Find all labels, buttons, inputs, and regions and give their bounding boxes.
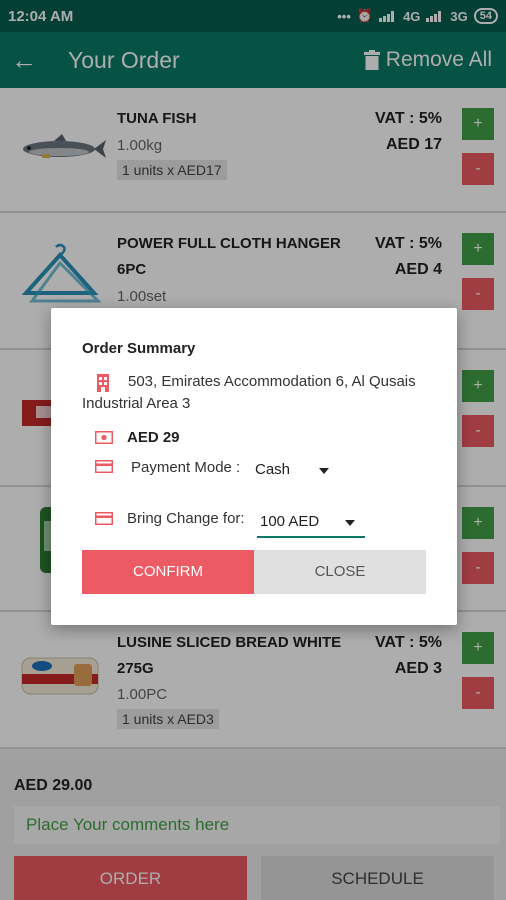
payment-mode-select[interactable]: Cash [255, 461, 290, 478]
bring-change-select[interactable]: 100 AED [257, 508, 365, 538]
credit-card-icon [95, 460, 113, 473]
bring-change-value: 100 AED [260, 513, 320, 530]
bring-change-label: Bring Change for: [127, 510, 245, 527]
close-button[interactable]: CLOSE [254, 550, 426, 594]
delivery-address: 503, Emirates Accommodation 6, Al Qusais… [82, 373, 416, 412]
confirm-button[interactable]: CONFIRM [82, 550, 254, 594]
order-amount: AED 29 [127, 429, 180, 446]
credit-card-icon [95, 512, 113, 525]
chevron-down-icon[interactable] [319, 468, 329, 474]
dialog-title: Order Summary [82, 340, 196, 357]
chevron-down-icon[interactable] [345, 520, 355, 526]
cash-icon [95, 431, 113, 444]
payment-mode-label: Payment Mode : [131, 459, 241, 476]
order-summary-dialog: Order Summary 503, Emirates Accommodatio… [51, 308, 457, 625]
